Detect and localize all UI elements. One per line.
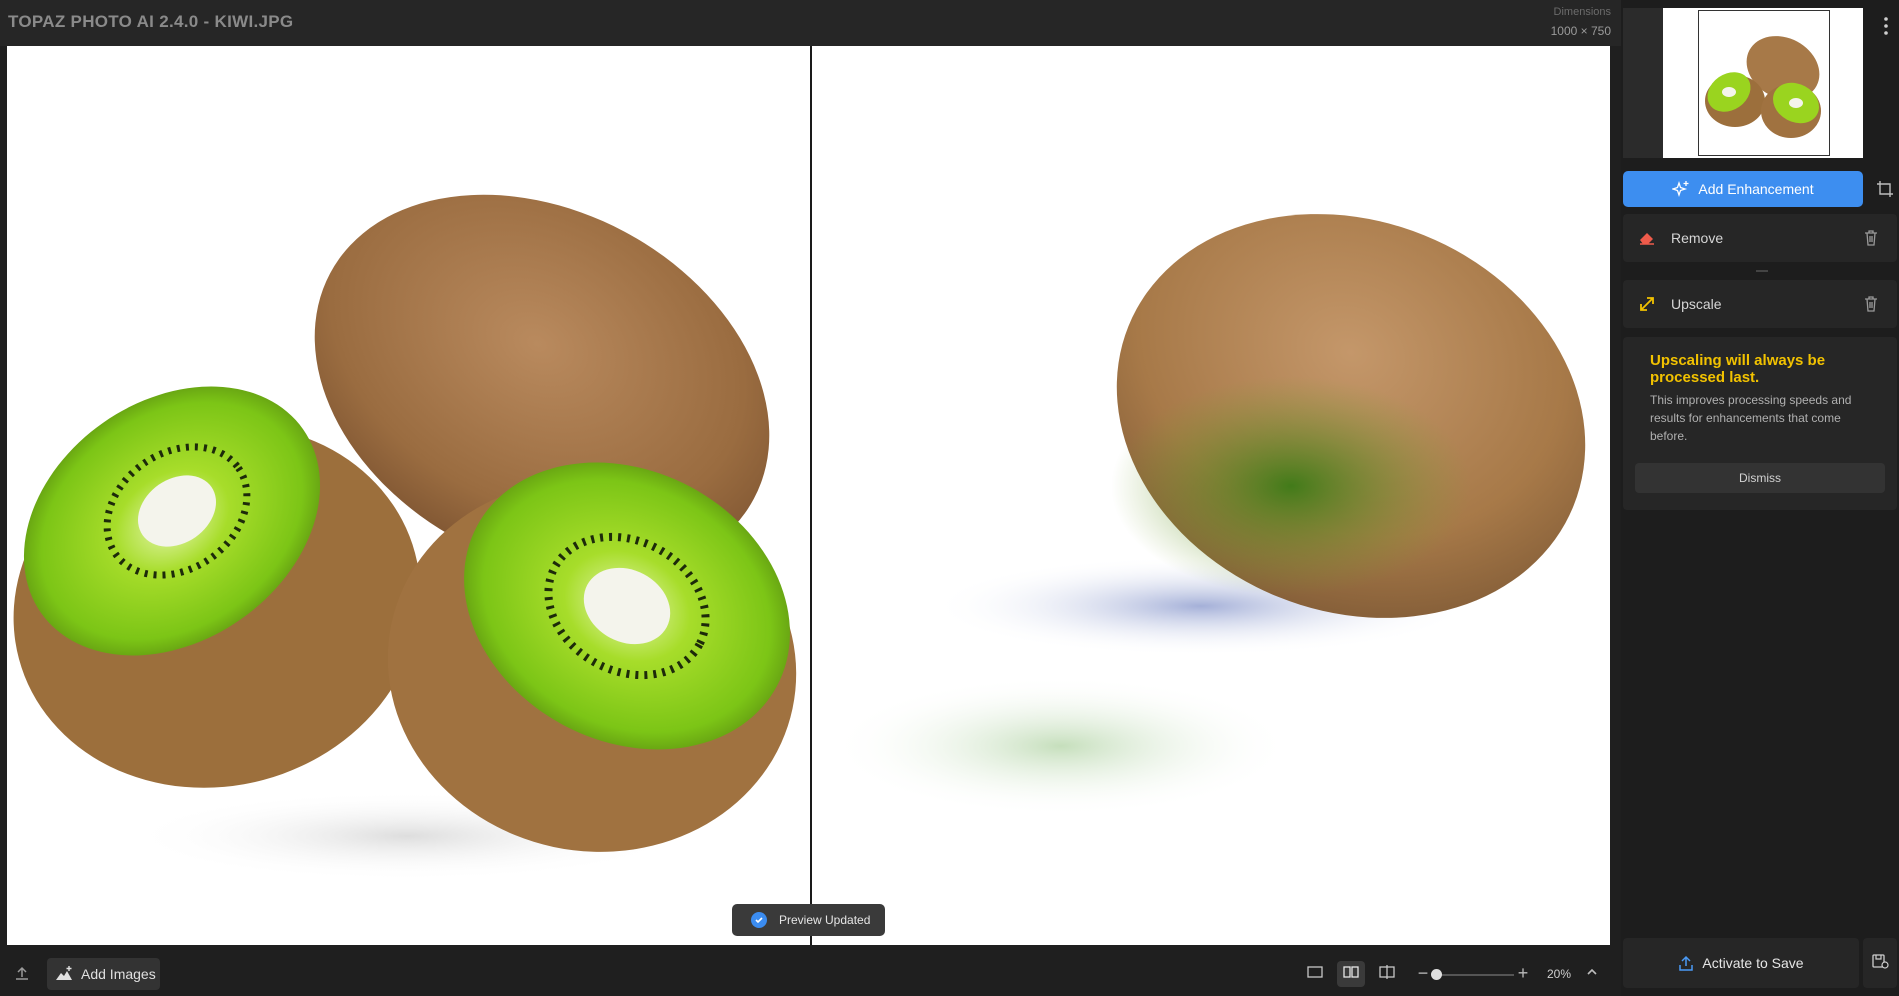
save-options-button[interactable] [1863, 938, 1897, 988]
upload-icon[interactable] [13, 964, 31, 982]
drag-handle[interactable] [1756, 270, 1768, 272]
dimensions-value: 1000 × 750 [1550, 24, 1611, 38]
save-settings-icon [1871, 952, 1889, 975]
trash-icon[interactable] [1863, 295, 1879, 313]
side-by-side-button[interactable] [1373, 961, 1401, 987]
original-image-pane [7, 46, 810, 945]
note-title: Upscaling will always be processed last. [1650, 352, 1826, 386]
chevron-up-icon[interactable] [1584, 964, 1600, 980]
navigator-viewport-frame[interactable] [1698, 10, 1830, 156]
original-kiwi-image [13, 194, 797, 881]
single-view-button[interactable] [1301, 961, 1329, 987]
upload-icon [1678, 954, 1694, 972]
activate-to-save-button[interactable]: Activate to Save [1623, 938, 1859, 988]
enhancement-label: Upscale [1671, 296, 1722, 312]
zoom-out-button[interactable]: − [1414, 963, 1432, 983]
right-sidebar: Add Enhancement Remove Upscale Upscaling… [1621, 0, 1899, 996]
split-view-button[interactable] [1337, 961, 1365, 987]
activate-label: Activate to Save [1702, 955, 1804, 971]
eraser-icon [1637, 228, 1657, 248]
trash-icon[interactable] [1863, 229, 1879, 247]
check-circle-icon [751, 912, 767, 928]
add-images-button[interactable]: Add Images [47, 958, 160, 990]
toast-text: Preview Updated [779, 913, 871, 927]
add-enhancement-button[interactable]: Add Enhancement [1623, 171, 1863, 207]
zoom-slider-handle[interactable] [1431, 969, 1442, 980]
navigator-panel [1623, 8, 1863, 158]
processed-image-pane [811, 46, 1610, 945]
title-bar: TOPAZ PHOTO AI 2.4.0 - KIWI.JPG Dimensio… [0, 0, 1621, 46]
crop-icon[interactable] [1876, 180, 1894, 198]
processed-kiwi-image [831, 214, 1586, 816]
single-view-icon [1307, 965, 1323, 983]
side-by-side-icon [1379, 964, 1395, 984]
zoom-level[interactable]: 20% [1547, 967, 1571, 981]
bottom-toolbar: Add Images − + 20% [0, 952, 1621, 996]
zoom-slider[interactable] [1434, 974, 1514, 976]
dismiss-button[interactable]: Dismiss [1635, 463, 1885, 493]
split-view-icon [1343, 965, 1359, 983]
enhancement-upscale[interactable]: Upscale [1623, 280, 1897, 328]
dimensions-label: Dimensions [1553, 6, 1611, 18]
upscale-info-card: Upscaling will always be processed last.… [1623, 337, 1897, 510]
app-title: TOPAZ PHOTO AI 2.4.0 - KIWI.JPG [8, 12, 294, 31]
add-enhancement-label: Add Enhancement [1698, 181, 1814, 197]
enhancement-remove[interactable]: Remove [1623, 214, 1897, 262]
zoom-in-button[interactable]: + [1513, 963, 1533, 983]
note-body: This improves processing speeds and resu… [1650, 393, 1852, 443]
enhancement-label: Remove [1671, 230, 1724, 246]
mountain-plus-icon [55, 965, 73, 983]
add-images-label: Add Images [81, 966, 156, 982]
preview-canvas[interactable] [7, 46, 1610, 945]
navigator-thumbnail[interactable] [1663, 8, 1863, 158]
sparkle-plus-icon [1671, 180, 1690, 198]
expand-arrows-icon [1637, 294, 1657, 314]
preview-updated-toast: Preview Updated [732, 904, 885, 936]
more-vertical-icon[interactable] [1883, 16, 1889, 36]
